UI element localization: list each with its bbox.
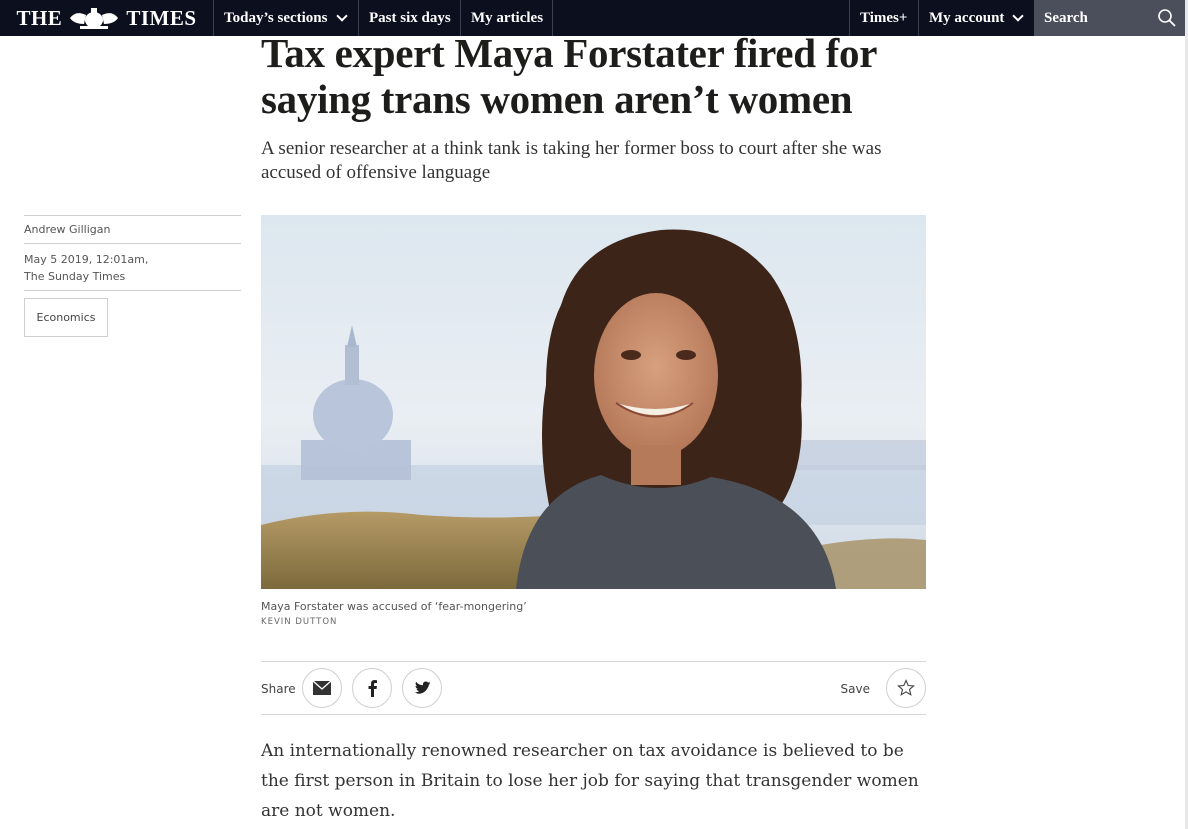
author-byline[interactable]: Andrew Gilligan [24,221,110,238]
royal-crest-icon [70,8,119,29]
past-six-days-label: Past six days [369,9,451,26]
chevron-down-icon [335,9,348,22]
my-account-label: My account [929,9,1005,26]
divider [24,243,241,244]
article-photo [261,215,926,589]
search-box[interactable]: Search [1034,0,1185,36]
divider [24,290,241,291]
photo-illustration [261,215,926,589]
times-plus-label: Times+ [860,9,908,26]
save-label: Save [840,682,870,696]
twitter-icon [414,681,431,694]
search-icon[interactable] [1157,8,1177,28]
todays-sections-label: Today’s sections [224,9,328,26]
article-body-paragraph: An internationally renowned researcher o… [261,741,919,821]
search-input[interactable]: Search [1044,0,1088,36]
logo-word-times: TIMES [126,5,197,30]
publication-name: The Sunday Times [24,270,126,283]
chevron-down-icon [1012,9,1025,22]
image-caption: Maya Forstater was accused of ‘fear-mong… [261,600,527,613]
times-logo[interactable]: THE TIMES [0,0,213,36]
share-twitter-button[interactable] [402,668,442,708]
article-standfirst: A senior researcher at a think tank is t… [261,138,882,183]
share-facebook-button[interactable] [352,668,392,708]
share-label: Share [261,682,296,696]
logo-word-the: THE [16,5,63,30]
share-toolbar: Share Save [261,661,926,715]
facebook-icon [368,680,377,697]
publish-date: May 5 2019, 12:01am, [24,253,149,266]
save-article-button[interactable] [886,668,926,708]
article-headline: Tax expert Maya Forstater fired for sayi… [261,30,877,122]
my-articles-label: My articles [471,9,544,26]
email-icon [312,680,332,695]
topic-tag-label: Economics [36,311,96,324]
topic-tag-button[interactable]: Economics [24,298,108,337]
divider [24,215,241,216]
share-email-button[interactable] [302,668,342,708]
star-icon [897,679,915,696]
image-credit: KEVIN DUTTON [261,617,338,627]
my-account-menu[interactable]: My account [929,0,1025,36]
nav-divider [213,0,214,36]
